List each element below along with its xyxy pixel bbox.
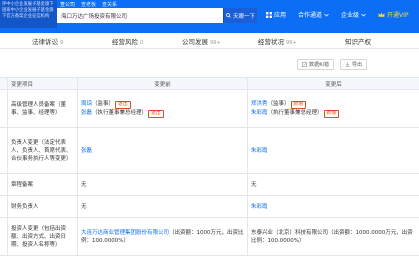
person-link[interactable]: 朱彩霞 bbox=[251, 148, 268, 154]
person-role: （监事） bbox=[268, 101, 290, 107]
menu-vip-label: 开通VIP bbox=[387, 10, 409, 19]
company-link[interactable]: 大连万达商业管理集团股份有限公司 bbox=[81, 230, 169, 236]
person-link[interactable]: 郑洪秀 bbox=[251, 101, 268, 107]
tab-legal[interactable]: 法律诉讼9 bbox=[32, 36, 63, 46]
search-button[interactable]: 天眼一下 bbox=[223, 8, 257, 23]
status-badge: 退出 bbox=[115, 101, 131, 109]
tab-operation-label: 经营状况 bbox=[258, 38, 284, 46]
table-row: 7 投资人变更（包括出资额、出资方式、出资日期、投资人名称等） 大连万达商业管理… bbox=[0, 218, 419, 256]
tab-ip-label: 知识产权 bbox=[345, 38, 371, 46]
row-after: 朱彩霞 bbox=[248, 128, 419, 174]
row-before: 无 bbox=[78, 174, 248, 196]
tab-development-label: 公司发展 bbox=[182, 38, 208, 46]
menu-cooperation[interactable]: 合作通道 bbox=[298, 10, 329, 19]
export-label: 导出 bbox=[352, 61, 362, 68]
tab-risk[interactable]: 经营风险0 bbox=[112, 36, 143, 46]
top-header: 评中小企业发展子基金旗下国家中小企业发展子基金旗下官方备案企业征信机构 查公司 … bbox=[0, 0, 419, 33]
tab-risk-label: 经营风险 bbox=[112, 38, 138, 46]
menu-cooperation-label: 合作通道 bbox=[298, 10, 322, 19]
menu-apps-label: 应用 bbox=[274, 10, 286, 19]
person-link[interactable]: 张磊 bbox=[81, 110, 92, 116]
export-icon bbox=[345, 62, 350, 67]
row-after: 东泰兴业（北京）科技有限公司（出资额：1000.0000万元，出资比例：100.… bbox=[248, 218, 419, 256]
person-role: （执行董事兼总经理） bbox=[268, 110, 323, 116]
person-link[interactable]: 朱彩霞 bbox=[251, 110, 268, 116]
person-link[interactable]: 张磊 bbox=[81, 148, 92, 154]
tab-operation-count: 99+ bbox=[286, 40, 297, 46]
menu-enterprise[interactable]: 企业级 bbox=[341, 10, 366, 19]
official-badge: 评中小企业发展子基金旗下国家中小企业发展子基金旗下官方备案企业征信机构 bbox=[0, 0, 57, 28]
row-index: 7 bbox=[0, 196, 8, 218]
menu-apps[interactable]: 应用 bbox=[266, 10, 286, 19]
col-index bbox=[0, 78, 8, 90]
section-tabs: 法律诉讼9 经营风险0 公司发展99+ 经营状况99+ 知识产权 bbox=[0, 33, 419, 49]
tab-legal-count: 9 bbox=[60, 40, 63, 46]
edit-icon bbox=[302, 62, 307, 67]
row-item: 负责人变更（法定代表人、负责人、首席代表、合伙事务执行人等变更） bbox=[8, 128, 78, 174]
row-before: 周琼（监事）退出 张磊（执行董事兼总经理）退出 bbox=[78, 90, 248, 128]
row-after: 无 bbox=[248, 174, 419, 196]
row-item: 投资人变更（包括出资额、出资方式、出资日期、投资人名称等） bbox=[8, 218, 78, 256]
col-after: 变更后 bbox=[248, 78, 419, 90]
tab-legal-label: 法律诉讼 bbox=[32, 38, 58, 46]
row-index: 7 bbox=[0, 90, 8, 128]
table-header-row: 变更项目 变更前 变更后 bbox=[0, 78, 419, 90]
tab-development[interactable]: 公司发展99+ bbox=[182, 36, 221, 46]
row-after: 郑洪秀（监事）新增 朱彩霞（执行董事兼总经理）新增 bbox=[248, 90, 419, 128]
row-index: 7 bbox=[0, 128, 8, 174]
search-input[interactable] bbox=[57, 8, 223, 23]
table-row: 7 章程备案 无 无 bbox=[0, 174, 419, 196]
row-after: 朱彩霞 bbox=[248, 196, 419, 218]
row-item: 高级管理人员备案（董事、监事、经理等） bbox=[8, 90, 78, 128]
row-before: 张磊 bbox=[78, 128, 248, 174]
table-row: 7 财务负责人 无 朱彩霞 bbox=[0, 196, 419, 218]
table-row: 7 高级管理人员备案（董事、监事、经理等） 周琼（监事）退出 张磊（执行董事兼总… bbox=[0, 90, 419, 128]
chevron-down-icon bbox=[324, 13, 329, 17]
tab-ip[interactable]: 知识产权 bbox=[345, 36, 373, 46]
col-before: 变更前 bbox=[78, 78, 248, 90]
row-before: 无 bbox=[78, 196, 248, 218]
table-row: 7 负责人变更（法定代表人、负责人、首席代表、合伙事务执行人等变更） 张磊 朱彩… bbox=[0, 128, 419, 174]
search-bar: 天眼一下 bbox=[57, 8, 257, 23]
col-item: 变更项目 bbox=[8, 78, 78, 90]
menu-enterprise-label: 企业级 bbox=[341, 10, 359, 19]
status-badge: 退出 bbox=[148, 110, 164, 118]
crown-icon bbox=[378, 12, 385, 18]
search-icon bbox=[226, 13, 231, 18]
search-button-label: 天眼一下 bbox=[233, 12, 255, 20]
person-role: （执行董事兼总经理） bbox=[92, 110, 147, 116]
header-menu: 应用 合作通道 企业级 开通VIP bbox=[266, 10, 409, 19]
grid-icon bbox=[266, 12, 272, 18]
status-badge: 新增 bbox=[324, 110, 340, 118]
status-badge: 新增 bbox=[291, 101, 307, 109]
row-item: 章程备案 bbox=[8, 174, 78, 196]
tab-operation[interactable]: 经营状况99+ bbox=[258, 36, 297, 46]
export-button[interactable]: 导出 bbox=[340, 59, 367, 70]
company-name[interactable]: 东泰兴业（北京）科技有限公司 bbox=[251, 230, 328, 236]
tab-development-count: 99+ bbox=[210, 40, 221, 46]
row-index: 7 bbox=[0, 174, 8, 196]
person-link[interactable]: 周琼 bbox=[81, 101, 92, 107]
tab-risk-count: 0 bbox=[140, 40, 143, 46]
correction-button[interactable]: 数据纠错 bbox=[297, 59, 334, 70]
correction-label: 数据纠错 bbox=[309, 61, 329, 68]
change-record-table: 变更项目 变更前 变更后 7 高级管理人员备案（董事、监事、经理等） 周琼（监事… bbox=[0, 77, 419, 256]
row-item: 财务负责人 bbox=[8, 196, 78, 218]
person-role: （监事） bbox=[92, 101, 114, 107]
row-index: 7 bbox=[0, 218, 8, 256]
chevron-down-icon bbox=[361, 13, 366, 17]
table-tools: 数据纠错 导出 bbox=[297, 59, 367, 70]
person-link[interactable]: 朱彩霞 bbox=[251, 204, 268, 210]
row-before: 大连万达商业管理集团股份有限公司（出资额：1000万元，出资比例：100.000… bbox=[78, 218, 248, 256]
menu-vip[interactable]: 开通VIP bbox=[378, 10, 409, 19]
